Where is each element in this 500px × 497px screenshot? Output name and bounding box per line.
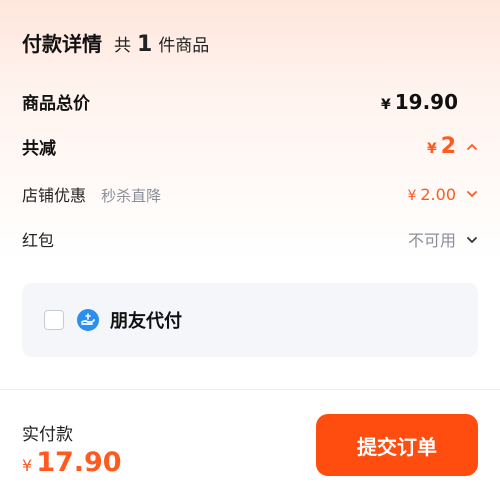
item-count-suffix: 件商品 xyxy=(158,36,210,56)
shop-discount-labels: 店铺优惠 秒杀直降 xyxy=(22,182,161,206)
red-packet-label: 红包 xyxy=(22,231,55,250)
actual-payment-price: ¥ 17.90 xyxy=(22,447,122,478)
actual-payment-label: 实付款 xyxy=(22,425,73,445)
goods-total-row: 商品总价 ¥ 19.90 xyxy=(22,89,478,115)
actual-payment-amount: 17.90 xyxy=(36,447,122,478)
red-packet-row[interactable]: 红包 不可用 xyxy=(22,227,478,251)
red-packet-status[interactable]: 不可用 xyxy=(408,227,478,251)
payment-details-panel: 付款详情 共 1 件商品 商品总价 ¥ 19.90 共减 ¥ 2 店铺优惠 秒杀… xyxy=(0,0,500,497)
currency-symbol: ¥ xyxy=(426,141,437,157)
friend-pay-checkbox[interactable] xyxy=(44,310,64,330)
page-title: 付款详情 xyxy=(22,32,102,56)
item-count: 共 1 件商品 xyxy=(114,31,209,57)
shop-discount-type: 秒杀直降 xyxy=(101,187,162,205)
total-reduction-row[interactable]: 共减 ¥ 2 xyxy=(22,134,478,159)
chevron-down-icon[interactable] xyxy=(466,188,478,200)
chevron-up-icon[interactable] xyxy=(466,141,478,153)
total-reduction-price[interactable]: ¥ 2 xyxy=(427,134,478,159)
submit-order-button[interactable]: 提交订单 xyxy=(316,414,478,476)
shop-discount-price[interactable]: ¥ 2.00 xyxy=(407,185,478,204)
goods-total-price: ¥ 19.90 xyxy=(381,90,458,114)
total-reduction-amount: 2 xyxy=(440,134,456,159)
currency-symbol: ¥ xyxy=(407,187,417,204)
chevron-down-icon[interactable] xyxy=(466,234,478,246)
payment-header: 付款详情 共 1 件商品 xyxy=(22,28,209,57)
currency-symbol: ¥ xyxy=(22,456,33,475)
shop-discount-label: 店铺优惠 xyxy=(22,186,87,205)
total-reduction-label: 共减 xyxy=(22,139,56,159)
item-count-number: 1 xyxy=(137,32,153,57)
currency-symbol: ¥ xyxy=(380,96,391,113)
footer-divider xyxy=(0,389,500,390)
shop-discount-row[interactable]: 店铺优惠 秒杀直降 ¥ 2.00 xyxy=(22,182,478,206)
shop-discount-amount: 2.00 xyxy=(420,184,456,204)
friend-pay-label: 朋友代付 xyxy=(110,311,182,332)
friend-pay-option[interactable]: 朋友代付 xyxy=(22,283,478,357)
red-packet-value: 不可用 xyxy=(407,231,456,250)
item-count-prefix: 共 xyxy=(114,36,131,56)
goods-total-label: 商品总价 xyxy=(22,94,90,114)
friend-pay-icon xyxy=(76,308,100,332)
goods-total-amount: 19.90 xyxy=(394,89,458,114)
